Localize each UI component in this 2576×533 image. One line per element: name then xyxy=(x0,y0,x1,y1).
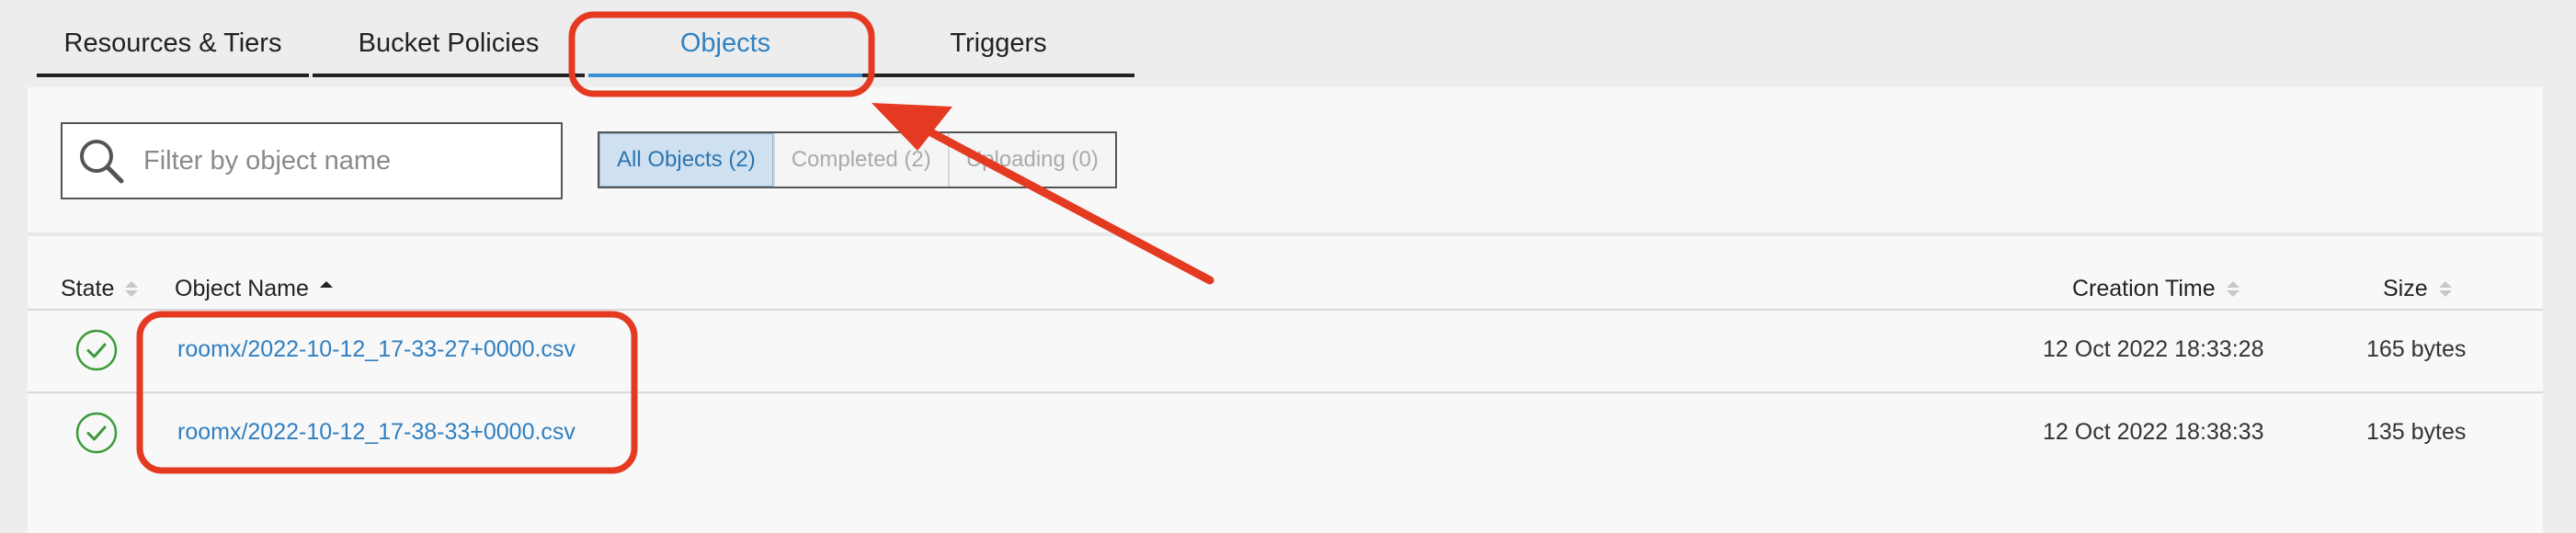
column-header-label: Creation Time xyxy=(2072,275,2216,301)
tab-resources-tiers[interactable]: Resources & Tiers xyxy=(37,0,309,77)
creation-time: 12 Oct 2022 18:38:33 xyxy=(2043,419,2264,445)
filter-all-objects[interactable]: All Objects (2) xyxy=(599,133,773,187)
sort-ascending-icon xyxy=(319,280,333,297)
check-circle-icon xyxy=(75,412,118,454)
creation-time: 12 Oct 2022 18:33:28 xyxy=(2043,336,2264,362)
tab-objects[interactable]: Objects xyxy=(588,0,862,77)
column-header-label: Object Name xyxy=(175,275,309,301)
search-input[interactable] xyxy=(142,144,561,177)
column-header-object-name[interactable]: Object Name xyxy=(175,271,333,306)
column-header-size[interactable]: Size xyxy=(2383,271,2452,306)
table-header: State Object Name Creation Time Size xyxy=(28,271,2543,306)
object-size: 135 bytes xyxy=(2366,419,2467,445)
search-icon xyxy=(80,140,124,184)
divider xyxy=(28,232,2543,236)
table-row: roomx/2022-10-12_17-38-33+0000.csv 12 Oc… xyxy=(28,393,2543,474)
object-name-link[interactable]: roomx/2022-10-12_17-38-33+0000.csv xyxy=(177,419,576,446)
column-header-state[interactable]: State xyxy=(61,271,139,306)
table-row: roomx/2022-10-12_17-33-27+0000.csv 12 Oc… xyxy=(28,311,2543,391)
tab-bucket-policies[interactable]: Bucket Policies xyxy=(313,0,585,77)
sort-icon xyxy=(2438,280,2452,297)
objects-panel: All Objects (2) Completed (2) Uploading … xyxy=(28,87,2543,533)
object-name-link[interactable]: roomx/2022-10-12_17-33-27+0000.csv xyxy=(177,336,576,363)
object-size: 165 bytes xyxy=(2366,336,2467,362)
search-box[interactable] xyxy=(61,122,563,199)
filter-uploading[interactable]: Uploading (0) xyxy=(947,133,1115,187)
tab-bar: Resources & Tiers Bucket Policies Object… xyxy=(37,0,1140,83)
sort-icon xyxy=(2226,280,2240,297)
column-header-creation-time[interactable]: Creation Time xyxy=(2072,271,2240,306)
filter-completed[interactable]: Completed (2) xyxy=(772,133,948,187)
check-circle-icon xyxy=(75,329,118,371)
state-filter-group: All Objects (2) Completed (2) Uploading … xyxy=(598,131,1117,188)
sort-icon xyxy=(125,280,139,297)
column-header-label: Size xyxy=(2383,275,2428,301)
column-header-label: State xyxy=(61,275,115,301)
tab-triggers[interactable]: Triggers xyxy=(862,0,1134,77)
